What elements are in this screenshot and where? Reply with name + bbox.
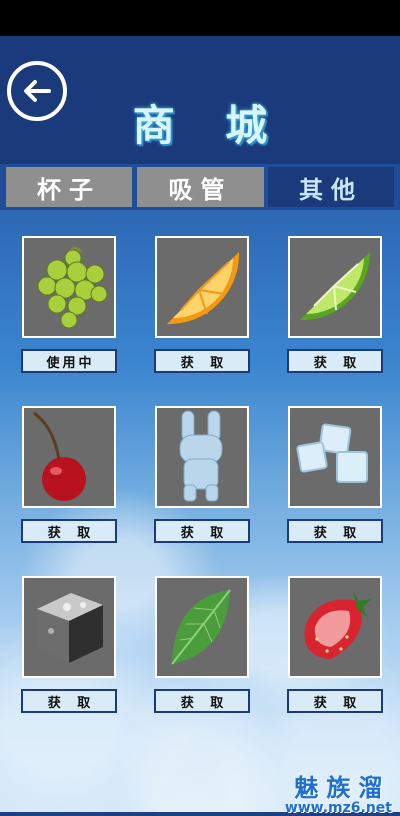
item-action-button-metal-ice-cube[interactable]: 获 取 xyxy=(21,689,117,713)
item-action-button-cherry[interactable]: 获 取 xyxy=(21,519,117,543)
item-card-strawberry[interactable] xyxy=(288,576,382,678)
grapes-icon xyxy=(37,246,108,329)
watermark-text: 魅族溜 xyxy=(294,774,391,802)
strawberry-icon xyxy=(304,591,371,659)
item-action-button-strawberry[interactable]: 获 取 xyxy=(287,689,383,713)
orange-slice-icon xyxy=(167,252,240,325)
item-card-orange-slice[interactable] xyxy=(155,236,249,338)
item-card-ice-bunny[interactable] xyxy=(155,406,249,508)
item-card-grapes[interactable] xyxy=(22,236,116,338)
item-card-cherry[interactable] xyxy=(22,406,116,508)
item-action-button-ice-bunny[interactable]: 获 取 xyxy=(154,519,250,543)
tab-straws[interactable]: 吸管 xyxy=(137,167,264,207)
lime-slice-icon xyxy=(300,252,370,321)
item-action-button-ice-cubes[interactable]: 获 取 xyxy=(287,519,383,543)
status-bar xyxy=(0,0,400,36)
item-action-button-grapes[interactable]: 使用中 xyxy=(21,349,117,373)
watermark: 魅族溜 www.mz6.net xyxy=(285,768,392,816)
page-title: 商 城 xyxy=(132,101,286,150)
item-action-button-orange-slice[interactable]: 获 取 xyxy=(154,349,250,373)
mint-leaf-icon xyxy=(171,589,231,665)
item-card-lime-slice[interactable] xyxy=(288,236,382,338)
tab-others[interactable]: 其他 xyxy=(268,167,394,207)
ice-cubes-icon xyxy=(296,423,368,483)
ice-bunny-icon xyxy=(179,410,223,502)
metal-ice-cube-icon xyxy=(37,593,103,663)
item-card-metal-ice-cube[interactable] xyxy=(22,576,116,678)
item-action-button-lime-slice[interactable]: 获 取 xyxy=(287,349,383,373)
tab-cups[interactable]: 杯子 xyxy=(6,167,132,207)
cherry-icon xyxy=(33,411,86,501)
item-card-ice-cubes[interactable] xyxy=(288,406,382,508)
item-card-mint-leaf[interactable] xyxy=(155,576,249,678)
watermark-url: www.mz6.net xyxy=(284,800,392,816)
item-action-button-mint-leaf[interactable]: 获 取 xyxy=(154,689,250,713)
